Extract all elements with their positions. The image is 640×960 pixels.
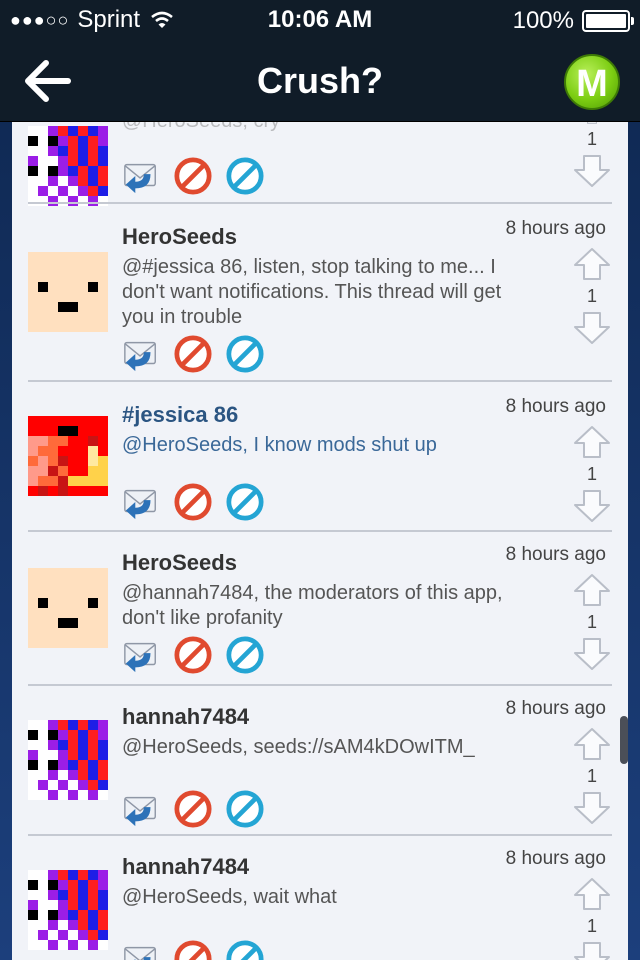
avatar-magenta-checker xyxy=(28,870,108,950)
avatar[interactable] xyxy=(28,126,108,206)
downvote-arrow-icon[interactable] xyxy=(572,790,612,826)
battery-icon xyxy=(582,10,634,32)
vote-count: 1 xyxy=(586,916,597,936)
comment-message: @HeroSeeds, cry xyxy=(122,122,532,134)
comment-username[interactable]: #jessica 86 xyxy=(122,402,238,428)
comment-actions xyxy=(122,636,278,674)
avatar-peach-face xyxy=(28,252,108,332)
downvote-arrow-icon[interactable] xyxy=(572,310,612,346)
vote-control: 1 xyxy=(570,424,614,524)
avatar[interactable] xyxy=(28,568,108,648)
downvote-arrow-icon[interactable] xyxy=(572,153,612,189)
comment-username[interactable]: HeroSeeds xyxy=(122,224,237,250)
comment-item: @HeroSeeds, cry 1 xyxy=(12,122,628,206)
page-title: Crush? xyxy=(257,60,383,101)
comment-item: #jessica 86 8 hours ago @HeroSeeds, I kn… xyxy=(12,382,628,530)
comment-actions xyxy=(122,790,278,828)
comment-timestamp: 8 hours ago xyxy=(505,848,606,869)
comment-message: @HeroSeeds, I know mods shut up xyxy=(122,434,437,456)
ignore-icon[interactable] xyxy=(226,157,264,195)
downvote-arrow-icon[interactable] xyxy=(572,488,612,524)
avatar-peach-face xyxy=(28,568,108,648)
comment-timestamp: 8 hours ago xyxy=(505,544,606,565)
vote-control: 1 xyxy=(570,726,614,826)
downvote-arrow-icon[interactable] xyxy=(572,940,612,960)
downvote-arrow-icon[interactable] xyxy=(572,636,612,672)
ignore-icon[interactable] xyxy=(226,335,264,373)
status-bar: ●●●○○ Sprint 10:06 AM 100% xyxy=(0,0,640,40)
reply-icon[interactable] xyxy=(122,335,160,373)
comment-timestamp: 8 hours ago xyxy=(505,218,606,239)
comment-item: HeroSeeds 8 hours ago @#jessica 86, list… xyxy=(12,204,628,380)
scrollbar-thumb[interactable] xyxy=(620,716,628,764)
comment-timestamp: 8 hours ago xyxy=(505,396,606,417)
vote-control: 1 xyxy=(570,246,614,346)
avatar-magenta-checker xyxy=(28,126,108,206)
comment-actions xyxy=(122,483,278,521)
vote-count: 1 xyxy=(586,612,597,632)
comment-username[interactable]: HeroSeeds xyxy=(122,550,237,576)
avatar-red-fire xyxy=(28,416,108,496)
vote-count: 1 xyxy=(586,766,597,786)
ignore-icon[interactable] xyxy=(226,790,264,828)
comment-actions xyxy=(122,335,278,373)
avatar[interactable] xyxy=(28,720,108,800)
comment-message: @HeroSeeds, wait what xyxy=(122,886,337,908)
ignore-icon[interactable] xyxy=(226,940,264,960)
avatar[interactable] xyxy=(28,416,108,496)
block-icon[interactable] xyxy=(174,790,212,828)
avatar[interactable] xyxy=(28,870,108,950)
left-background-edge xyxy=(0,122,12,960)
comment-item: hannah7484 8 hours ago @HeroSeeds, seeds… xyxy=(12,686,628,834)
comment-feed[interactable]: @HeroSeeds, cry 1 HeroSeeds 8 hours ago … xyxy=(12,122,628,960)
ignore-icon[interactable] xyxy=(226,483,264,521)
comment-item: HeroSeeds 8 hours ago @hannah7484, the m… xyxy=(12,532,628,684)
reply-icon[interactable] xyxy=(122,157,160,195)
battery-indicator: 100% xyxy=(512,7,634,35)
reply-icon[interactable] xyxy=(122,483,160,521)
comment-actions xyxy=(122,940,278,960)
comment-item: hannah7484 8 hours ago @HeroSeeds, wait … xyxy=(12,836,628,960)
right-background-edge xyxy=(628,122,640,960)
comment-message: @HeroSeeds, seeds://sAM4kDOwITM_ xyxy=(122,736,475,758)
avatar[interactable] xyxy=(28,252,108,332)
menu-badge-button[interactable]: M xyxy=(564,54,620,110)
ignore-icon[interactable] xyxy=(226,636,264,674)
comment-username[interactable]: hannah7484 xyxy=(122,854,249,880)
upvote-arrow-icon[interactable] xyxy=(572,572,612,608)
comment-message: @hannah7484, the moderators of this app,… xyxy=(122,582,503,629)
block-icon[interactable] xyxy=(174,940,212,960)
reply-icon[interactable] xyxy=(122,940,160,960)
upvote-arrow-icon[interactable] xyxy=(572,876,612,912)
block-icon[interactable] xyxy=(174,157,212,195)
comment-message: @#jessica 86, listen, stop talking to me… xyxy=(122,256,502,328)
vote-control: 1 xyxy=(570,876,614,960)
block-icon[interactable] xyxy=(174,335,212,373)
comment-actions xyxy=(122,157,278,195)
comment-timestamp: 8 hours ago xyxy=(505,698,606,719)
reply-icon[interactable] xyxy=(122,790,160,828)
block-icon[interactable] xyxy=(174,636,212,674)
vote-count: 1 xyxy=(586,286,597,306)
battery-fill xyxy=(586,14,626,28)
vote-count: 1 xyxy=(586,129,597,149)
vote-control: 1 xyxy=(570,122,614,189)
vote-control: 1 xyxy=(570,572,614,672)
upvote-arrow-icon[interactable] xyxy=(572,246,612,282)
comment-username[interactable]: hannah7484 xyxy=(122,704,249,730)
reply-icon[interactable] xyxy=(122,636,160,674)
battery-percent: 100% xyxy=(512,7,574,34)
avatar-magenta-checker xyxy=(28,720,108,800)
upvote-arrow-icon[interactable] xyxy=(572,726,612,762)
upvote-arrow-icon[interactable] xyxy=(572,424,612,460)
vote-count: 1 xyxy=(586,464,597,484)
block-icon[interactable] xyxy=(174,483,212,521)
navigation-bar: Crush? M xyxy=(0,40,640,122)
